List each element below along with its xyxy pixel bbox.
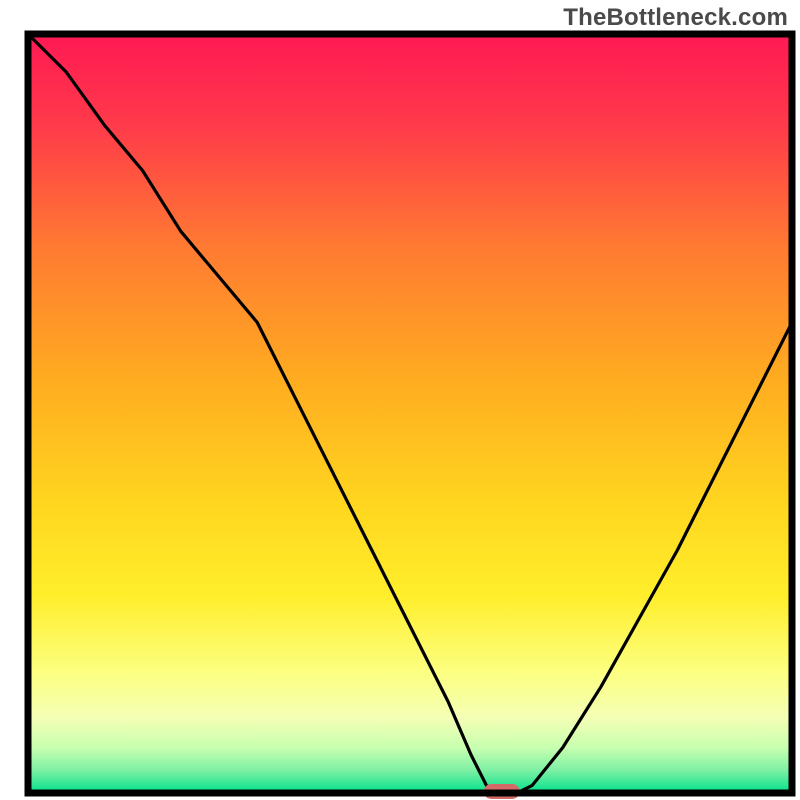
plot-area — [28, 34, 792, 799]
chart-container: TheBottleneck.com — [0, 0, 800, 800]
watermark-text: TheBottleneck.com — [563, 4, 788, 32]
gradient-background — [28, 34, 792, 793]
bottleneck-chart — [0, 0, 800, 800]
